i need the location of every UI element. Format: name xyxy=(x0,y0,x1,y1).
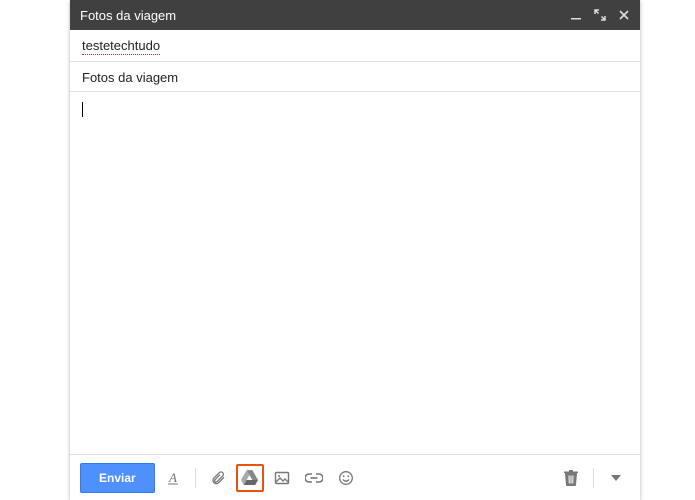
delete-icon[interactable] xyxy=(557,464,585,492)
send-button[interactable]: Enviar xyxy=(80,463,155,493)
recipients-field[interactable]: testetechtudo xyxy=(70,30,640,62)
compose-window: Fotos da viagem testetechtudo Fotos da v… xyxy=(70,0,640,500)
text-cursor xyxy=(82,102,83,117)
svg-text:A: A xyxy=(168,470,177,485)
compose-title: Fotos da viagem xyxy=(80,8,570,23)
attach-icon[interactable] xyxy=(204,464,232,492)
emoji-icon[interactable] xyxy=(332,464,360,492)
recipient-chip[interactable]: testetechtudo xyxy=(82,38,160,55)
compose-titlebar[interactable]: Fotos da viagem xyxy=(70,0,640,30)
subject-field[interactable]: Fotos da viagem xyxy=(70,62,640,92)
close-icon[interactable] xyxy=(618,9,630,21)
insert-photo-icon[interactable] xyxy=(268,464,296,492)
drive-icon[interactable] xyxy=(236,464,264,492)
formatting-icon[interactable]: A xyxy=(159,464,187,492)
expand-icon[interactable] xyxy=(594,9,606,21)
subject-text: Fotos da viagem xyxy=(82,70,178,85)
minimize-icon[interactable] xyxy=(570,9,582,21)
toolbar-divider xyxy=(195,468,196,488)
message-body[interactable] xyxy=(70,92,640,454)
toolbar-divider xyxy=(593,468,594,488)
compose-toolbar: Enviar A xyxy=(70,454,640,500)
more-options-icon[interactable] xyxy=(602,464,630,492)
insert-link-icon[interactable] xyxy=(300,464,328,492)
